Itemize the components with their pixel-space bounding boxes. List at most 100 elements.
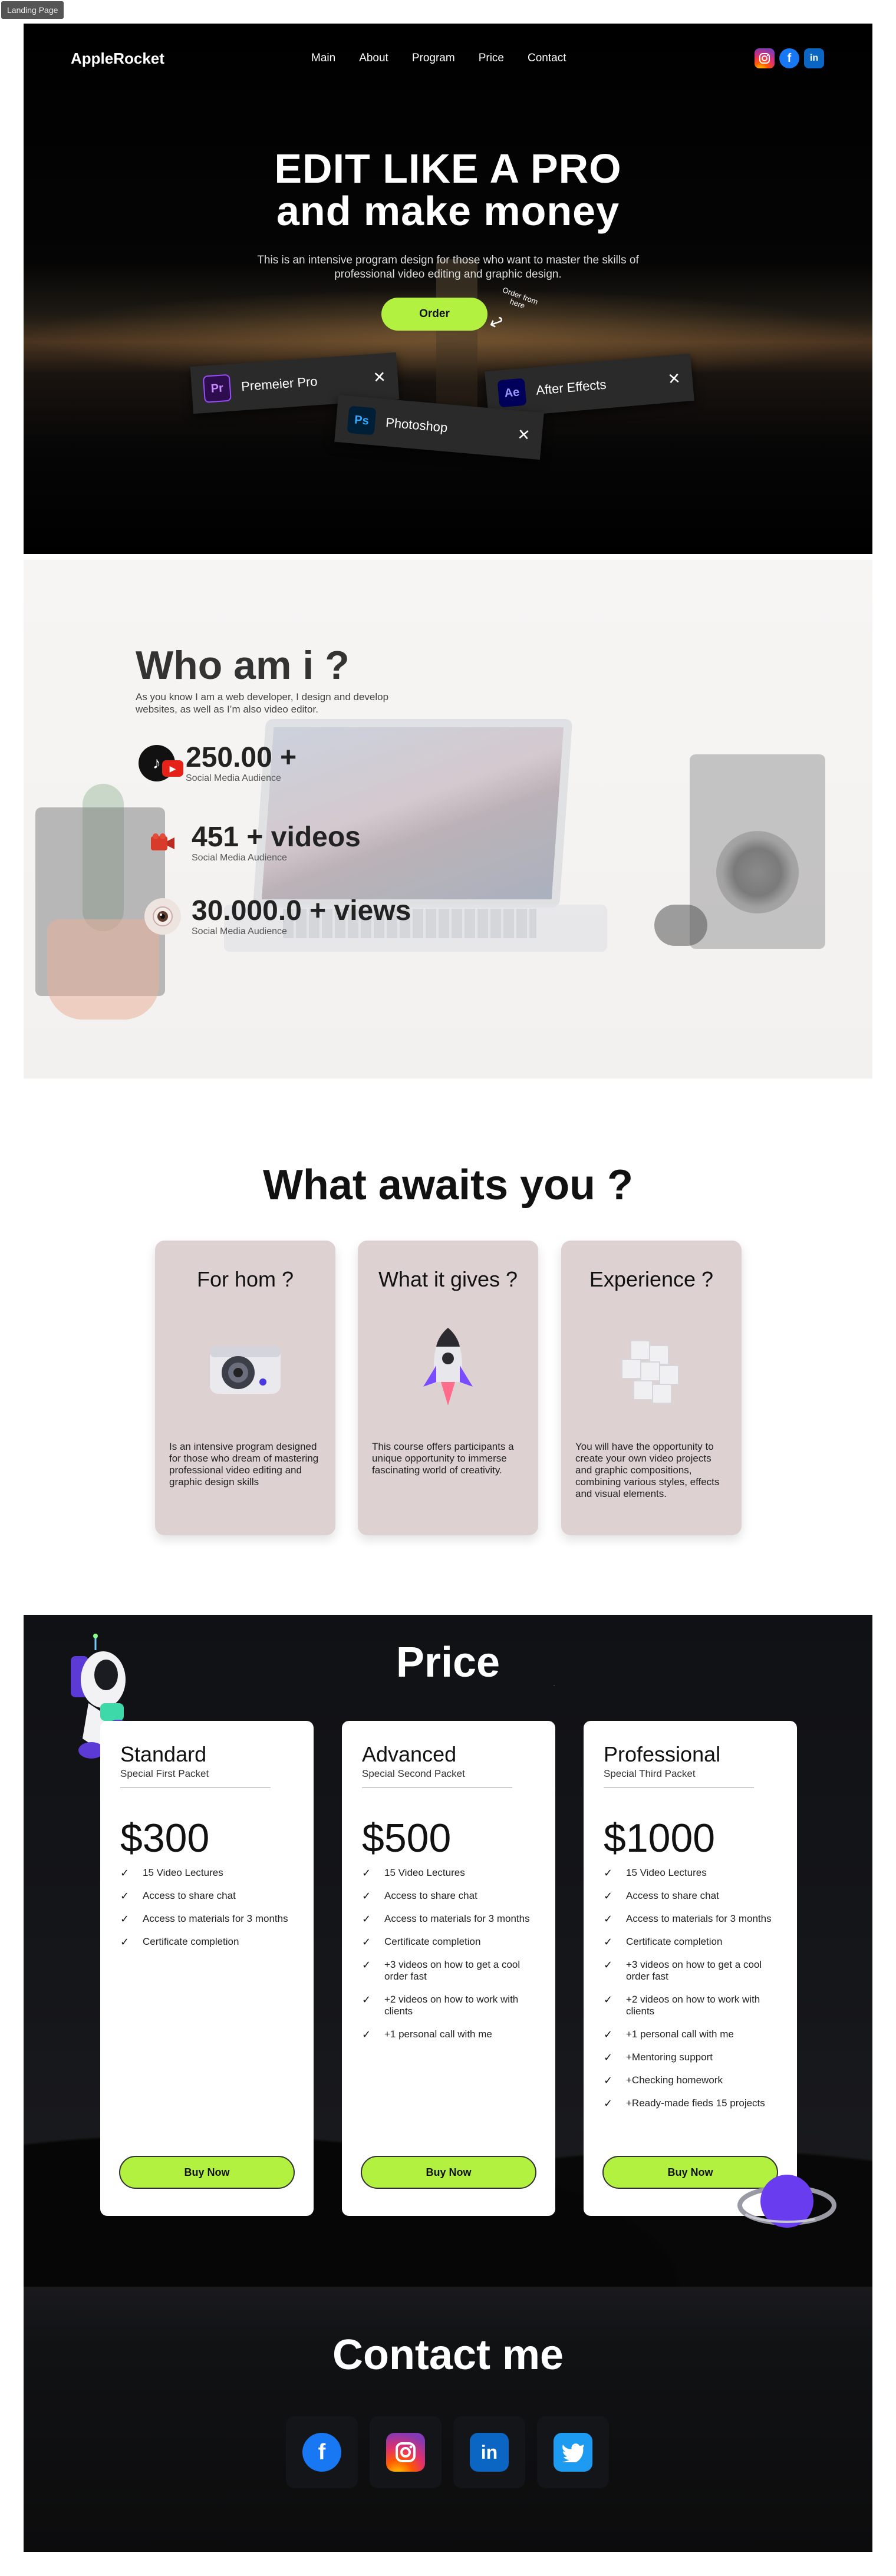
card-title: For hom ? bbox=[196, 1267, 294, 1291]
about-title: Who am i ? bbox=[136, 643, 350, 688]
feature-text: Certificate completion bbox=[143, 1936, 239, 1947]
nav-item-contact[interactable]: Contact bbox=[528, 52, 566, 65]
check-icon: ✓ bbox=[362, 1890, 371, 1902]
contact-linkedin-tile[interactable]: in bbox=[453, 2416, 525, 2488]
contact-facebook-tile[interactable]: f bbox=[286, 2416, 358, 2488]
about-text: As you know I am a web developer, I desi… bbox=[136, 691, 389, 715]
card-text: Is an intensive program designed for tho… bbox=[169, 1441, 319, 1487]
buy-now-button[interactable]: Buy Now bbox=[119, 2156, 295, 2189]
youtube-icon: ▶ bbox=[162, 760, 183, 777]
linkedin-icon[interactable]: in bbox=[804, 48, 824, 68]
feature-text: 15 Video Lectures bbox=[384, 1867, 465, 1878]
premiere-pro-icon: Pr bbox=[202, 374, 232, 403]
contact-twitter-tile[interactable] bbox=[537, 2416, 609, 2488]
stat-value: 451 + videos bbox=[192, 822, 361, 853]
nav-item-main[interactable]: Main bbox=[311, 52, 335, 65]
close-icon[interactable]: ✕ bbox=[516, 425, 531, 444]
plan-card-standard: Standard Special First Packet $300 ✓ 15 V… bbox=[100, 1721, 314, 2216]
check-icon: ✓ bbox=[604, 2074, 613, 2086]
speaker-cone-photo bbox=[716, 831, 799, 913]
feature-item: ✓ +1 personal call with me bbox=[604, 2029, 786, 2040]
card-for-whom: For hom ? Is an intensive program design… bbox=[155, 1241, 335, 1535]
plan-price: $500 bbox=[362, 1816, 452, 1861]
site-logo[interactable]: AppleRocket bbox=[71, 50, 164, 68]
feature-item: ✓ Access to share chat bbox=[604, 1890, 786, 1902]
check-icon: ✓ bbox=[362, 1959, 371, 1971]
rocket-icon bbox=[407, 1323, 489, 1411]
check-icon: ✓ bbox=[120, 1867, 130, 1879]
feature-item: ✓ Access to share chat bbox=[120, 1890, 303, 1902]
close-icon[interactable]: ✕ bbox=[667, 369, 681, 388]
frame-label: Landing Page bbox=[1, 1, 64, 19]
instagram-icon[interactable] bbox=[755, 48, 775, 68]
card-title: What it gives ? bbox=[378, 1267, 518, 1291]
check-icon: ✓ bbox=[362, 1994, 371, 2006]
feature-text: +2 videos on how to work with clients bbox=[626, 1994, 760, 2017]
twitter-icon bbox=[554, 2433, 592, 2472]
feature-text: +3 videos on how to get a cool order fas… bbox=[626, 1959, 762, 1982]
price-title: Price bbox=[396, 1639, 500, 1686]
feature-list: ✓ 15 Video Lectures ✓ Access to share chat… bbox=[120, 1867, 303, 1959]
contact-instagram-tile[interactable] bbox=[370, 2416, 442, 2488]
feature-item: ✓ Access to share chat bbox=[362, 1890, 545, 1902]
feature-item: ✓ +2 videos on how to work with clients bbox=[362, 1994, 545, 2017]
chip-label: Photoshop bbox=[385, 415, 449, 436]
after-effects-icon: Ae bbox=[497, 378, 527, 408]
plan-tagline: Special First Packet bbox=[120, 1768, 209, 1779]
divider bbox=[362, 1787, 512, 1788]
feature-text: Access to share chat bbox=[384, 1890, 477, 1901]
feature-item: ✓ +2 videos on how to work with clients bbox=[604, 1994, 786, 2017]
check-icon: ✓ bbox=[604, 1913, 613, 1925]
check-icon: ✓ bbox=[604, 2029, 613, 2040]
feature-item: ✓ +Mentoring support bbox=[604, 2051, 786, 2063]
feature-text: 15 Video Lectures bbox=[626, 1867, 707, 1878]
feature-text: Access to share chat bbox=[626, 1890, 719, 1901]
check-icon: ✓ bbox=[362, 1913, 371, 1925]
card-title: Experience ? bbox=[589, 1267, 714, 1291]
plant-pot-photo bbox=[47, 919, 159, 1020]
buy-now-button[interactable]: Buy Now bbox=[361, 2156, 536, 2189]
feature-item: ✓ 15 Video Lectures bbox=[604, 1867, 786, 1879]
hero-tower-silhouette bbox=[436, 259, 477, 413]
feature-text: Certificate completion bbox=[384, 1936, 481, 1947]
feature-item: ✓ Access to materials for 3 months bbox=[604, 1913, 786, 1925]
stat-value: 30.000.0 + views bbox=[192, 895, 411, 926]
plan-name: Advanced bbox=[362, 1742, 457, 1766]
eye-icon bbox=[144, 898, 181, 935]
facebook-icon: f bbox=[302, 2433, 341, 2472]
nav-item-program[interactable]: Program bbox=[412, 52, 455, 65]
card-what-it-gives: What it gives ? This course offers parti… bbox=[358, 1241, 538, 1535]
about-section: Who am i ? As you know I am a web develo… bbox=[24, 560, 872, 1078]
facebook-icon[interactable]: f bbox=[779, 48, 799, 68]
feature-item: ✓ +3 videos on how to get a cool order fa… bbox=[604, 1959, 786, 1983]
check-icon: ✓ bbox=[604, 2097, 613, 2109]
feature-list: ✓ 15 Video Lectures ✓ Access to share chat… bbox=[362, 1867, 545, 2051]
chip-label: After Effects bbox=[535, 377, 607, 398]
order-button[interactable]: Order bbox=[381, 298, 487, 331]
nav-item-about[interactable]: About bbox=[359, 52, 388, 65]
feature-item: ✓ +Ready-made fieds 15 projects bbox=[604, 2097, 786, 2109]
card-experience: Experience ? You will have the opportuni… bbox=[561, 1241, 742, 1535]
check-icon: ✓ bbox=[362, 1867, 371, 1879]
close-icon[interactable]: ✕ bbox=[373, 368, 387, 387]
feature-text: Certificate completion bbox=[626, 1936, 723, 1947]
smart-speaker-photo bbox=[654, 905, 707, 946]
check-icon: ✓ bbox=[604, 1959, 613, 1971]
linkedin-icon: in bbox=[470, 2433, 509, 2472]
plan-tagline: Special Third Packet bbox=[604, 1768, 696, 1779]
feature-text: +1 personal call with me bbox=[626, 2029, 734, 2040]
feature-item: ✓ +Checking homework bbox=[604, 2074, 786, 2086]
hero-title: EDIT LIKE A PRO and make money bbox=[24, 147, 872, 232]
stat-value: 250.00 + bbox=[186, 742, 297, 773]
check-icon: ✓ bbox=[604, 1994, 613, 2006]
feature-item: ✓ +1 personal call with me bbox=[362, 2029, 545, 2040]
plan-card-advanced: Advanced Special Second Packet $500 ✓ 15 … bbox=[342, 1721, 555, 2216]
planet-icon bbox=[737, 2169, 837, 2239]
feature-text: Access to share chat bbox=[143, 1890, 236, 1901]
hero-title-line1: EDIT LIKE A PRO bbox=[274, 146, 622, 192]
stat-label: Social Media Audience bbox=[186, 773, 281, 783]
feature-text: +1 personal call with me bbox=[384, 2029, 492, 2040]
nav-item-price[interactable]: Price bbox=[479, 52, 504, 65]
feature-text: +2 videos on how to work with clients bbox=[384, 1994, 519, 2017]
video-camera-icon bbox=[144, 824, 181, 861]
